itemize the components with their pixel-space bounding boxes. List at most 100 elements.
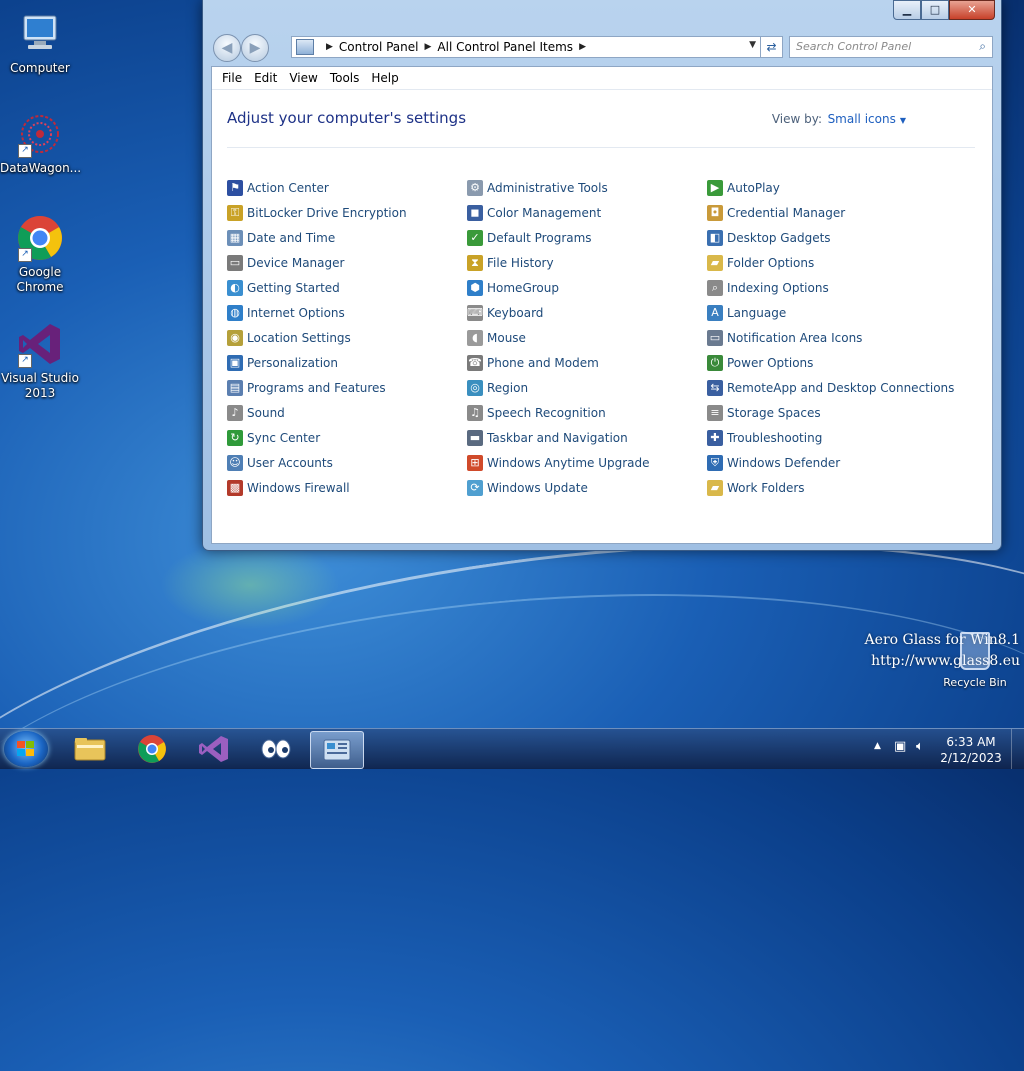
cp-item-folder-options[interactable]: ▰ Folder Options: [707, 250, 954, 275]
cp-item-label: Sound: [247, 405, 285, 420]
desktop-icon-chrome[interactable]: ↗ Google Chrome: [0, 214, 80, 295]
cp-item-personalization[interactable]: ▣ Personalization: [227, 350, 407, 375]
desktop-icon-recycle-bin[interactable]: Recycle Bin: [940, 632, 1010, 689]
cp-item-action-center[interactable]: ⚑ Action Center: [227, 175, 407, 200]
breadcrumb-chevron-icon[interactable]: ▶: [579, 42, 586, 52]
cp-item-speech-recognition[interactable]: ♫ Speech Recognition: [467, 400, 650, 425]
address-dropdown-icon[interactable]: ▼: [749, 40, 756, 50]
breadcrumb-chevron-icon[interactable]: ▶: [425, 42, 432, 52]
page-title: Adjust your computer's settings: [227, 109, 467, 127]
cp-item-bitlocker-drive-encryption[interactable]: ⚿ BitLocker Drive Encryption: [227, 200, 407, 225]
cp-item-work-folders[interactable]: ▰ Work Folders: [707, 475, 954, 500]
maximize-button[interactable]: □: [921, 0, 949, 20]
cp-item-remoteapp-and-desktop-connections[interactable]: ⇆ RemoteApp and Desktop Connections: [707, 375, 954, 400]
clock[interactable]: 6:33 AM 2/12/2023: [936, 734, 1006, 766]
cp-item-sound[interactable]: ♪ Sound: [227, 400, 407, 425]
breadcrumb-chevron-icon[interactable]: ▶: [326, 42, 333, 52]
cp-item-user-accounts[interactable]: ☺ User Accounts: [227, 450, 407, 475]
default-icon: ✓: [467, 229, 483, 246]
taskbar-chrome[interactable]: [126, 731, 178, 767]
cp-item-label: Device Manager: [247, 255, 345, 270]
cp-item-windows-defender[interactable]: ⛨ Windows Defender: [707, 450, 954, 475]
menu-tools[interactable]: Tools: [324, 71, 366, 85]
menu-file[interactable]: File: [216, 71, 248, 85]
cp-item-keyboard[interactable]: ⌨ Keyboard: [467, 300, 650, 325]
windows-logo-icon: [17, 741, 35, 757]
cp-item-windows-firewall[interactable]: ▩ Windows Firewall: [227, 475, 407, 500]
cp-item-date-and-time[interactable]: ▦ Date and Time: [227, 225, 407, 250]
menu-view[interactable]: View: [283, 71, 323, 85]
cp-item-label: Speech Recognition: [487, 405, 606, 420]
address-bar[interactable]: ▶ Control Panel ▶ All Control Panel Item…: [291, 36, 761, 58]
cp-item-troubleshooting[interactable]: ✚ Troubleshooting: [707, 425, 954, 450]
cp-item-label: Sync Center: [247, 430, 321, 445]
view-by-dropdown[interactable]: Small icons ▼: [828, 112, 906, 126]
credential-icon: ◘: [707, 204, 723, 221]
cp-item-programs-and-features[interactable]: ▤ Programs and Features: [227, 375, 407, 400]
cp-item-sync-center[interactable]: ↻ Sync Center: [227, 425, 407, 450]
minimize-button[interactable]: ▁: [893, 0, 921, 20]
shortcut-arrow-icon: ↗: [18, 144, 32, 158]
shortcut-arrow-icon: ↗: [18, 248, 32, 262]
cp-item-label: Notification Area Icons: [727, 330, 863, 345]
cp-item-label: Folder Options: [727, 255, 815, 270]
cp-item-file-history[interactable]: ⧗ File History: [467, 250, 650, 275]
search-input[interactable]: Search Control Panel ⌕: [789, 36, 993, 58]
cp-item-label: Keyboard: [487, 305, 544, 320]
menu-edit[interactable]: Edit: [248, 71, 283, 85]
cp-item-homegroup[interactable]: ⬢ HomeGroup: [467, 275, 650, 300]
cp-item-power-options[interactable]: ⏻ Power Options: [707, 350, 954, 375]
cp-item-notification-area-icons[interactable]: ▭ Notification Area Icons: [707, 325, 954, 350]
chrome-icon: ↗: [16, 214, 64, 262]
cp-item-device-manager[interactable]: ▭ Device Manager: [227, 250, 407, 275]
taskbar-app-eyes[interactable]: [250, 731, 302, 767]
back-button[interactable]: ◀: [213, 34, 241, 62]
cp-item-desktop-gadgets[interactable]: ◧ Desktop Gadgets: [707, 225, 954, 250]
cp-item-autoplay[interactable]: ▶ AutoPlay: [707, 175, 954, 200]
folder-icon: [74, 738, 106, 761]
mic-icon: ♫: [467, 404, 483, 421]
cp-item-getting-started[interactable]: ◐ Getting Started: [227, 275, 407, 300]
keyboard-icon: ⌨: [467, 304, 483, 321]
show-desktop-button[interactable]: [1011, 729, 1024, 769]
show-hidden-icons-icon[interactable]: ▲: [874, 741, 881, 751]
close-button[interactable]: ✕: [949, 0, 995, 20]
cp-item-color-management[interactable]: ◼ Color Management: [467, 200, 650, 225]
desktop-icon-datawagon[interactable]: ↗ DataWagon...: [0, 110, 81, 176]
refresh-button[interactable]: ⇄: [761, 36, 783, 58]
cp-item-default-programs[interactable]: ✓ Default Programs: [467, 225, 650, 250]
search-icon[interactable]: ⌕: [979, 39, 986, 54]
breadcrumb-control-panel[interactable]: Control Panel: [339, 40, 419, 54]
system-tray: ▲ ▣ 🔈︎ 6:33 AM 2/12/2023: [864, 729, 1024, 769]
start-button[interactable]: [4, 731, 48, 767]
cp-item-phone-and-modem[interactable]: ☎ Phone and Modem: [467, 350, 650, 375]
cp-item-administrative-tools[interactable]: ⚙ Administrative Tools: [467, 175, 650, 200]
cp-item-mouse[interactable]: ◖ Mouse: [467, 325, 650, 350]
taskbar-visual-studio[interactable]: [188, 731, 240, 767]
network-icon[interactable]: ▣: [894, 739, 906, 754]
desktop-icon-computer[interactable]: Computer: [0, 10, 80, 76]
cp-item-internet-options[interactable]: ◍ Internet Options: [227, 300, 407, 325]
volume-icon[interactable]: 🔈︎: [916, 739, 924, 754]
taskbar-explorer[interactable]: [64, 731, 116, 767]
cp-item-taskbar-and-navigation[interactable]: ▬ Taskbar and Navigation: [467, 425, 650, 450]
cp-item-windows-anytime-upgrade[interactable]: ⊞ Windows Anytime Upgrade: [467, 450, 650, 475]
power-icon: ⏻: [707, 354, 723, 371]
cp-item-windows-update[interactable]: ⟳ Windows Update: [467, 475, 650, 500]
taskbar-control-panel[interactable]: [310, 731, 364, 769]
cp-item-storage-spaces[interactable]: ≡ Storage Spaces: [707, 400, 954, 425]
forward-button[interactable]: ▶: [241, 34, 269, 62]
cp-item-label: Indexing Options: [727, 280, 829, 295]
cp-item-credential-manager[interactable]: ◘ Credential Manager: [707, 200, 954, 225]
breadcrumb-all-items[interactable]: All Control Panel Items: [437, 40, 573, 54]
calendar-icon: ▦: [227, 229, 243, 246]
cp-item-language[interactable]: A Language: [707, 300, 954, 325]
menu-help[interactable]: Help: [365, 71, 404, 85]
eyes-icon: [261, 739, 291, 759]
desktop-icon-visual-studio[interactable]: ↗ Visual Studio 2013: [0, 320, 80, 401]
cp-item-location-settings[interactable]: ◉ Location Settings: [227, 325, 407, 350]
workfolders-icon: ▰: [707, 479, 723, 496]
cp-item-region[interactable]: ◎ Region: [467, 375, 650, 400]
cp-item-indexing-options[interactable]: ⌕ Indexing Options: [707, 275, 954, 300]
autoplay-icon: ▶: [707, 179, 723, 196]
